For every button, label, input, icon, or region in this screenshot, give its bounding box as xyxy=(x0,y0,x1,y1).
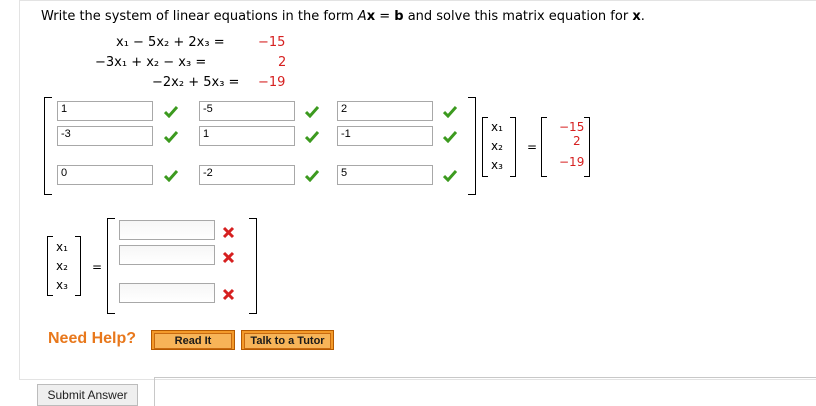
answer-area-left-border xyxy=(154,377,155,406)
read-it-button-label: Read It xyxy=(154,333,232,349)
vector-b-left-bracket xyxy=(541,117,547,177)
solution-x-1: x₁ xyxy=(56,240,68,254)
checkmark-icon xyxy=(305,131,319,143)
need-help-label: Need Help? xyxy=(48,330,137,347)
equation-3-lhs: −2x₂ + 5x₃ = xyxy=(152,75,240,90)
checkmark-icon xyxy=(164,170,178,182)
solution-x-right-bracket xyxy=(75,236,81,296)
matrix-a-cell-1-3[interactable]: 2 xyxy=(337,101,433,121)
checkmark-icon xyxy=(164,106,178,118)
incorrect-x-icon xyxy=(222,288,235,301)
read-it-button[interactable]: Read It xyxy=(151,330,235,350)
checkmark-icon xyxy=(443,131,457,143)
matrix-a-cell-2-1[interactable]: -3 xyxy=(57,126,153,146)
matrix-a-cell-3-1[interactable]: 0 xyxy=(57,165,153,185)
matrix-a-cell-2-3[interactable]: -1 xyxy=(337,126,433,146)
vector-b-right-bracket xyxy=(584,117,590,177)
equation-1-rhs: −15 xyxy=(258,35,286,50)
vector-x-right-bracket xyxy=(510,117,516,177)
equation-2: −3x₁ + x₂ − x₃ = xyxy=(95,55,206,70)
matrix-a-right-bracket xyxy=(468,97,476,195)
checkmark-icon xyxy=(164,131,178,143)
solution-x-left-bracket xyxy=(47,236,53,296)
solution-x-3: x₃ xyxy=(56,278,68,292)
vector-x-2: x₂ xyxy=(491,139,503,153)
checkmark-icon xyxy=(305,106,319,118)
matrix-a-left-bracket xyxy=(44,97,52,195)
solution-input-1[interactable] xyxy=(119,220,215,240)
checkmark-icon xyxy=(305,170,319,182)
incorrect-x-icon xyxy=(222,251,235,264)
vector-b-3: −19 xyxy=(559,155,585,169)
vector-x-left-bracket xyxy=(482,117,488,177)
solution-equals-sign: = xyxy=(92,260,103,274)
matrix-a-cell-1-2[interactable]: -5 xyxy=(199,101,295,121)
equation-1-lhs: x₁ − 5x₂ + 2x₃ = xyxy=(116,35,225,50)
submit-answer-button[interactable]: Submit Answer xyxy=(37,384,138,406)
solution-left-bracket xyxy=(107,218,115,314)
vector-x-1: x₁ xyxy=(491,120,503,134)
incorrect-x-icon xyxy=(222,226,235,239)
vector-x-3: x₃ xyxy=(491,158,503,172)
vector-b-1: −15 xyxy=(559,120,585,134)
equation-3-rhs: −19 xyxy=(258,75,286,90)
answer-area-top-border xyxy=(154,377,816,378)
equation-2-rhs: 2 xyxy=(278,55,287,70)
solution-input-3[interactable] xyxy=(119,283,215,303)
matrix-a-cell-2-2[interactable]: 1 xyxy=(199,126,295,146)
equals-sign: = xyxy=(527,140,538,154)
matrix-a-cell-1-1[interactable]: 1 xyxy=(57,101,153,121)
vector-b-2: 2 xyxy=(573,134,581,148)
matrix-a-cell-3-2[interactable]: -2 xyxy=(199,165,295,185)
talk-to-tutor-button-label: Talk to a Tutor xyxy=(244,333,331,349)
equation-3: −2x₂ + 5x₃ = xyxy=(152,75,239,90)
solution-x-2: x₂ xyxy=(56,259,68,273)
equation-1: x₁ − 5x₂ + 2x₃ = xyxy=(116,35,225,50)
equation-2-lhs: −3x₁ + x₂ − x₃ = xyxy=(95,55,207,70)
talk-to-tutor-button[interactable]: Talk to a Tutor xyxy=(241,330,334,350)
checkmark-icon xyxy=(443,106,457,118)
question-text: Write the system of linear equations in … xyxy=(41,9,645,24)
matrix-a-cell-3-3[interactable]: 5 xyxy=(337,165,433,185)
solution-input-2[interactable] xyxy=(119,245,215,265)
solution-right-bracket xyxy=(249,218,257,314)
checkmark-icon xyxy=(443,170,457,182)
